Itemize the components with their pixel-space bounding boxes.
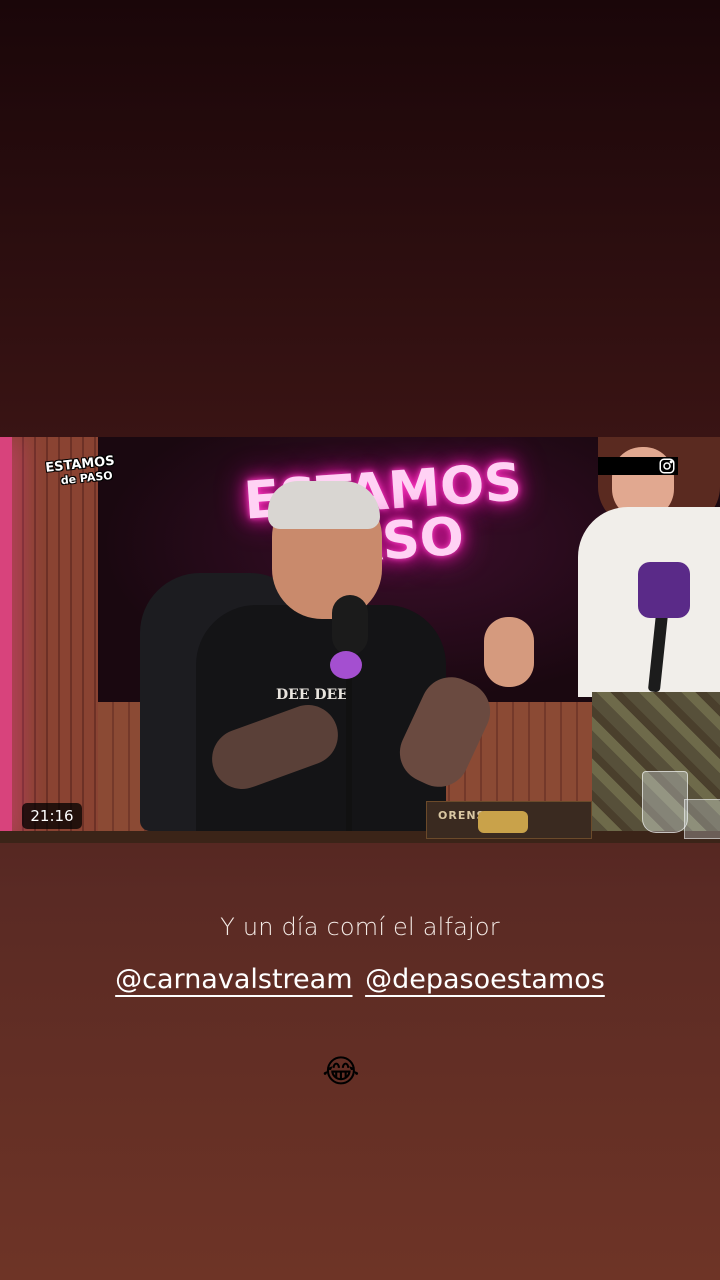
handheld-mic xyxy=(638,562,690,618)
story-caption: Y un día comí el alfajor xyxy=(220,913,500,941)
timestamp-badge: 21:16 xyxy=(22,803,82,829)
man-hand-right xyxy=(484,617,534,687)
mic-flag xyxy=(330,651,362,679)
laughing-emoji-icon: 😂 xyxy=(322,1052,360,1090)
man-hair xyxy=(268,481,380,529)
shirt-print: DEE DEE xyxy=(276,687,348,703)
water-glass xyxy=(642,771,688,833)
pink-light xyxy=(0,437,12,843)
desk xyxy=(0,831,720,843)
video-frame: ESTAMOS PASO DEE DEE ORENSE ESTAMOS de P… xyxy=(0,437,720,843)
microphone xyxy=(332,595,368,655)
wood-wall xyxy=(0,437,100,843)
alfajor-wrapper xyxy=(478,811,528,833)
mention-depasoestamos[interactable]: @depasoestamos xyxy=(365,964,605,995)
instagram-icon xyxy=(656,457,678,479)
mention-carnavalstream[interactable]: @carnavalstream xyxy=(115,964,352,995)
water-glass-2 xyxy=(684,799,720,839)
mention-row: @carnavalstream @depasoestamos xyxy=(0,964,720,995)
